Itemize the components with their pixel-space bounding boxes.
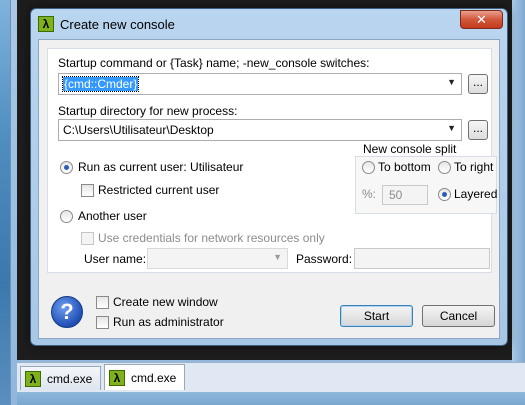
directory-browse-button[interactable]: ... (468, 120, 488, 140)
create-new-window-label[interactable]: Create new window (113, 295, 218, 309)
user-name-combobox[interactable]: ▼ (147, 248, 288, 269)
lambda-icon: λ (109, 369, 125, 386)
run-as-administrator-label[interactable]: Run as administrator (113, 315, 224, 329)
lambda-icon: λ (38, 16, 54, 32)
split-to-right-radio[interactable] (438, 161, 451, 174)
console-tab-bar: λ cmd.exe λ cmd.exe (17, 362, 525, 392)
password-label: Password: (296, 252, 353, 266)
close-icon: ✕ (476, 12, 487, 27)
split-title: New console split (363, 142, 457, 156)
console-tab-2[interactable]: λ cmd.exe (104, 364, 186, 390)
split-to-right-label[interactable]: To right (454, 160, 493, 174)
cmder-status-strip (17, 392, 525, 405)
another-user-label[interactable]: Another user (78, 209, 147, 223)
start-button[interactable]: Start (340, 305, 413, 327)
dialog-client-area: Startup command or {Task} name; -new_con… (38, 39, 500, 339)
tab-label: cmd.exe (47, 371, 93, 386)
dialog-titlebar[interactable]: λ Create new console ✕ (31, 9, 507, 39)
use-credentials-label: Use credentials for network resources on… (98, 231, 325, 245)
split-layered-label[interactable]: Layered (454, 187, 497, 201)
command-browse-button[interactable]: ... (468, 74, 488, 94)
command-value[interactable]: {cmd::Cmder} (61, 76, 140, 92)
split-percent-label: %: (362, 187, 377, 201)
another-user-radio[interactable] (60, 210, 73, 223)
tab-label: cmd.exe (131, 370, 177, 385)
run-as-current-user-radio[interactable] (60, 161, 73, 174)
split-to-bottom-label[interactable]: To bottom (378, 160, 431, 174)
password-field[interactable] (354, 248, 490, 269)
dropdown-arrow-icon[interactable]: ▼ (273, 252, 282, 262)
restricted-user-checkbox[interactable] (81, 184, 94, 197)
use-credentials-checkbox[interactable] (81, 232, 94, 245)
command-label: Startup command or {Task} name; -new_con… (58, 56, 370, 70)
lambda-icon: λ (25, 370, 41, 387)
restricted-user-label[interactable]: Restricted current user (98, 183, 219, 197)
directory-combobox[interactable]: C:\Users\Utilisateur\Desktop ▼ (58, 119, 462, 141)
dropdown-arrow-icon[interactable]: ▼ (447, 123, 456, 133)
user-name-label: User name: (84, 252, 147, 266)
title-icon: λ (38, 16, 54, 32)
split-panel: To bottom To right %: 50 Layered (355, 156, 497, 214)
cmder-window-edge (512, 0, 525, 366)
settings-panel: Startup command or {Task} name; -new_con… (47, 48, 497, 273)
split-to-bottom-radio[interactable] (362, 161, 375, 174)
directory-label: Startup directory for new process: (58, 104, 238, 118)
create-new-console-dialog: λ Create new console ✕ Startup command o… (30, 8, 508, 346)
close-button[interactable]: ✕ (460, 10, 503, 29)
console-tab-1[interactable]: λ cmd.exe (20, 366, 102, 390)
run-as-current-user-label[interactable]: Run as current user: Utilisateur (78, 160, 243, 174)
split-layered-radio[interactable] (438, 188, 451, 201)
dropdown-arrow-icon[interactable]: ▼ (447, 77, 456, 87)
directory-value[interactable]: C:\Users\Utilisateur\Desktop (63, 123, 214, 137)
command-combobox[interactable]: {cmd::Cmder} ▼ (58, 73, 462, 95)
create-new-window-checkbox[interactable] (96, 296, 109, 309)
split-percent-field[interactable]: 50 (382, 185, 428, 205)
cancel-button[interactable]: Cancel (422, 305, 495, 327)
help-icon[interactable]: ? (51, 296, 83, 328)
run-as-administrator-checkbox[interactable] (96, 316, 109, 329)
dialog-title: Create new console (60, 17, 175, 32)
